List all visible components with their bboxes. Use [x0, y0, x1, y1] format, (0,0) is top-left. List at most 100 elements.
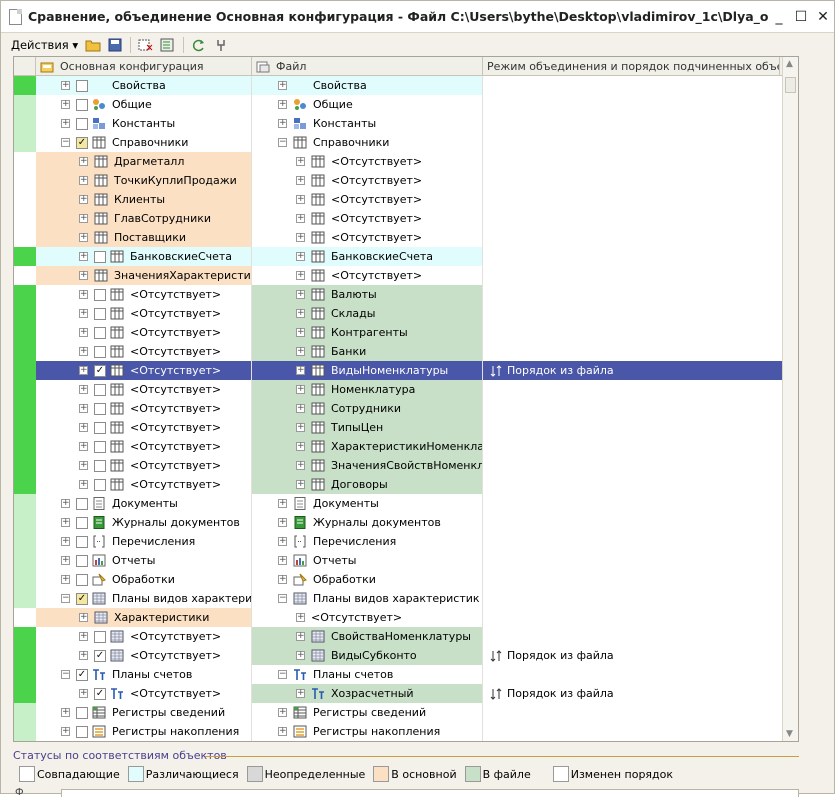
merge-checkbox[interactable]: ✓ [94, 687, 106, 700]
main-config-cell[interactable]: + ✓ <Отсутствует> [36, 646, 252, 665]
merge-mode-cell[interactable] [483, 399, 782, 418]
main-config-cell[interactable]: + <Отсутствует> [36, 323, 252, 342]
file-config-cell[interactable]: + БанковскиеСчета [252, 247, 483, 266]
expand-icon[interactable]: + [296, 366, 305, 375]
file-config-cell[interactable]: + <Отсутствует> [252, 228, 483, 247]
file-config-cell[interactable]: + Регистры накопления [252, 722, 483, 741]
table-row[interactable]: + ✓ <Отсутствует> + ВидыНоменклатуры Порядок … [14, 361, 782, 380]
expand-icon[interactable]: + [61, 100, 70, 109]
file-config-cell[interactable]: + ВидыСубконто [252, 646, 483, 665]
file-config-cell[interactable]: + <Отсутствует> [252, 266, 483, 285]
main-config-cell[interactable]: + Свойства [36, 76, 252, 95]
merge-mode-cell[interactable] [483, 228, 782, 247]
merge-checkbox[interactable]: ✓ [76, 136, 88, 149]
main-config-cell[interactable]: + ТочкиКуплиПродажи [36, 171, 252, 190]
expand-icon[interactable]: + [61, 119, 70, 128]
merge-checkbox[interactable] [94, 459, 106, 472]
file-config-cell[interactable]: + Контрагенты [252, 323, 483, 342]
expand-icon[interactable]: + [61, 556, 70, 565]
table-row[interactable]: + Журналы документов + Журналы документов [14, 513, 782, 532]
table-row[interactable]: + БанковскиеСчета + БанковскиеСчета [14, 247, 782, 266]
expand-icon[interactable]: + [79, 423, 88, 432]
expand-icon[interactable]: + [296, 309, 305, 318]
expand-icon[interactable]: + [278, 518, 287, 527]
expand-icon[interactable]: + [79, 651, 88, 660]
table-row[interactable]: + <Отсутствует> + Склады [14, 304, 782, 323]
table-row[interactable]: + ✓ <Отсутствует> + Хозрасчетный Порядок из ф… [14, 684, 782, 703]
column-header-mode[interactable]: Режим объединения и порядок подчиненных … [483, 57, 780, 76]
merge-mode-cell[interactable] [483, 570, 782, 589]
merge-checkbox[interactable] [94, 630, 106, 643]
collapse-icon[interactable]: − [61, 594, 70, 603]
table-row[interactable]: + Поставщики + <Отсутствует> [14, 228, 782, 247]
table-row[interactable]: + <Отсутствует> + Сотрудники [14, 399, 782, 418]
expand-icon[interactable]: + [296, 689, 305, 698]
expand-icon[interactable]: + [278, 81, 287, 90]
merge-checkbox[interactable] [76, 573, 88, 586]
merge-mode-cell[interactable] [483, 114, 782, 133]
main-config-cell[interactable]: + ГлавСотрудники [36, 209, 252, 228]
table-row[interactable]: + Константы + Константы [14, 114, 782, 133]
table-row[interactable]: + ГлавСотрудники + <Отсутствует> [14, 209, 782, 228]
file-config-cell[interactable]: + ХарактеристикиНоменкла... [252, 437, 483, 456]
table-row[interactable]: + Обработки + Обработки [14, 570, 782, 589]
expand-icon[interactable]: + [296, 347, 305, 356]
collapse-icon[interactable]: − [61, 670, 70, 679]
merge-checkbox[interactable] [94, 345, 106, 358]
expand-icon[interactable]: + [61, 537, 70, 546]
merge-checkbox[interactable] [76, 79, 88, 92]
table-row[interactable]: + Характеристики + <Отсутствует> [14, 608, 782, 627]
table-row[interactable]: + Драгметалл + <Отсутствует> [14, 152, 782, 171]
table-row[interactable]: + <Отсутствует> + ЗначенияСвойствНоменкл... [14, 456, 782, 475]
filter-icon[interactable] [159, 37, 177, 53]
file-config-cell[interactable]: + ВидыНоменклатуры [252, 361, 483, 380]
file-config-cell[interactable]: + Обработки [252, 570, 483, 589]
merge-mode-cell[interactable] [483, 190, 782, 209]
main-config-cell[interactable]: − ✓ Планы видов характери... [36, 589, 252, 608]
table-row[interactable]: + Перечисления + Перечисления [14, 532, 782, 551]
expand-icon[interactable]: + [79, 252, 88, 261]
main-config-cell[interactable]: + Обработки [36, 570, 252, 589]
merge-mode-cell[interactable] [483, 627, 782, 646]
merge-mode-cell[interactable] [483, 513, 782, 532]
refresh-icon[interactable] [190, 37, 208, 53]
table-row[interactable]: + Свойства + Свойства [14, 76, 782, 95]
main-config-cell[interactable]: + Регистры сведений [36, 703, 252, 722]
merge-checkbox[interactable] [94, 402, 106, 415]
file-config-cell[interactable]: + Отчеты [252, 551, 483, 570]
main-config-cell[interactable]: + ✓ <Отсутствует> [36, 684, 252, 703]
table-row[interactable]: + <Отсутствует> + СвойстваНоменклатуры [14, 627, 782, 646]
table-row[interactable]: − ✓ Планы видов характери... − Планы видов х… [14, 589, 782, 608]
main-config-cell[interactable]: + Поставщики [36, 228, 252, 247]
expand-icon[interactable]: + [296, 442, 305, 451]
save-icon[interactable] [106, 37, 124, 53]
merge-mode-cell[interactable] [483, 171, 782, 190]
expand-icon[interactable]: + [278, 119, 287, 128]
main-config-cell[interactable]: + <Отсутствует> [36, 304, 252, 323]
expand-icon[interactable]: + [296, 385, 305, 394]
merge-checkbox[interactable] [76, 497, 88, 510]
expand-icon[interactable]: + [61, 575, 70, 584]
main-config-cell[interactable]: + Отчеты [36, 551, 252, 570]
main-config-cell[interactable]: + <Отсутствует> [36, 342, 252, 361]
merge-mode-cell[interactable] [483, 323, 782, 342]
settings-tool-icon[interactable] [212, 37, 230, 53]
main-config-cell[interactable]: + Константы [36, 114, 252, 133]
file-config-cell[interactable]: + <Отсутствует> [252, 152, 483, 171]
merge-checkbox[interactable]: ✓ [94, 649, 106, 662]
expand-icon[interactable]: + [79, 480, 88, 489]
file-config-cell[interactable]: + Журналы документов [252, 513, 483, 532]
merge-mode-cell[interactable] [483, 722, 782, 741]
merge-checkbox[interactable] [76, 706, 88, 719]
merge-mode-cell[interactable] [483, 342, 782, 361]
expand-icon[interactable]: + [79, 195, 88, 204]
expand-icon[interactable]: + [61, 81, 70, 90]
expand-icon[interactable]: + [278, 100, 287, 109]
main-config-cell[interactable]: + Перечисления [36, 532, 252, 551]
merge-checkbox[interactable]: ✓ [76, 668, 88, 681]
merge-mode-cell[interactable] [483, 285, 782, 304]
main-config-cell[interactable]: + <Отсутствует> [36, 456, 252, 475]
expand-icon[interactable]: + [278, 499, 287, 508]
scroll-up-icon[interactable]: ▲ [786, 59, 793, 69]
expand-icon[interactable]: + [79, 404, 88, 413]
